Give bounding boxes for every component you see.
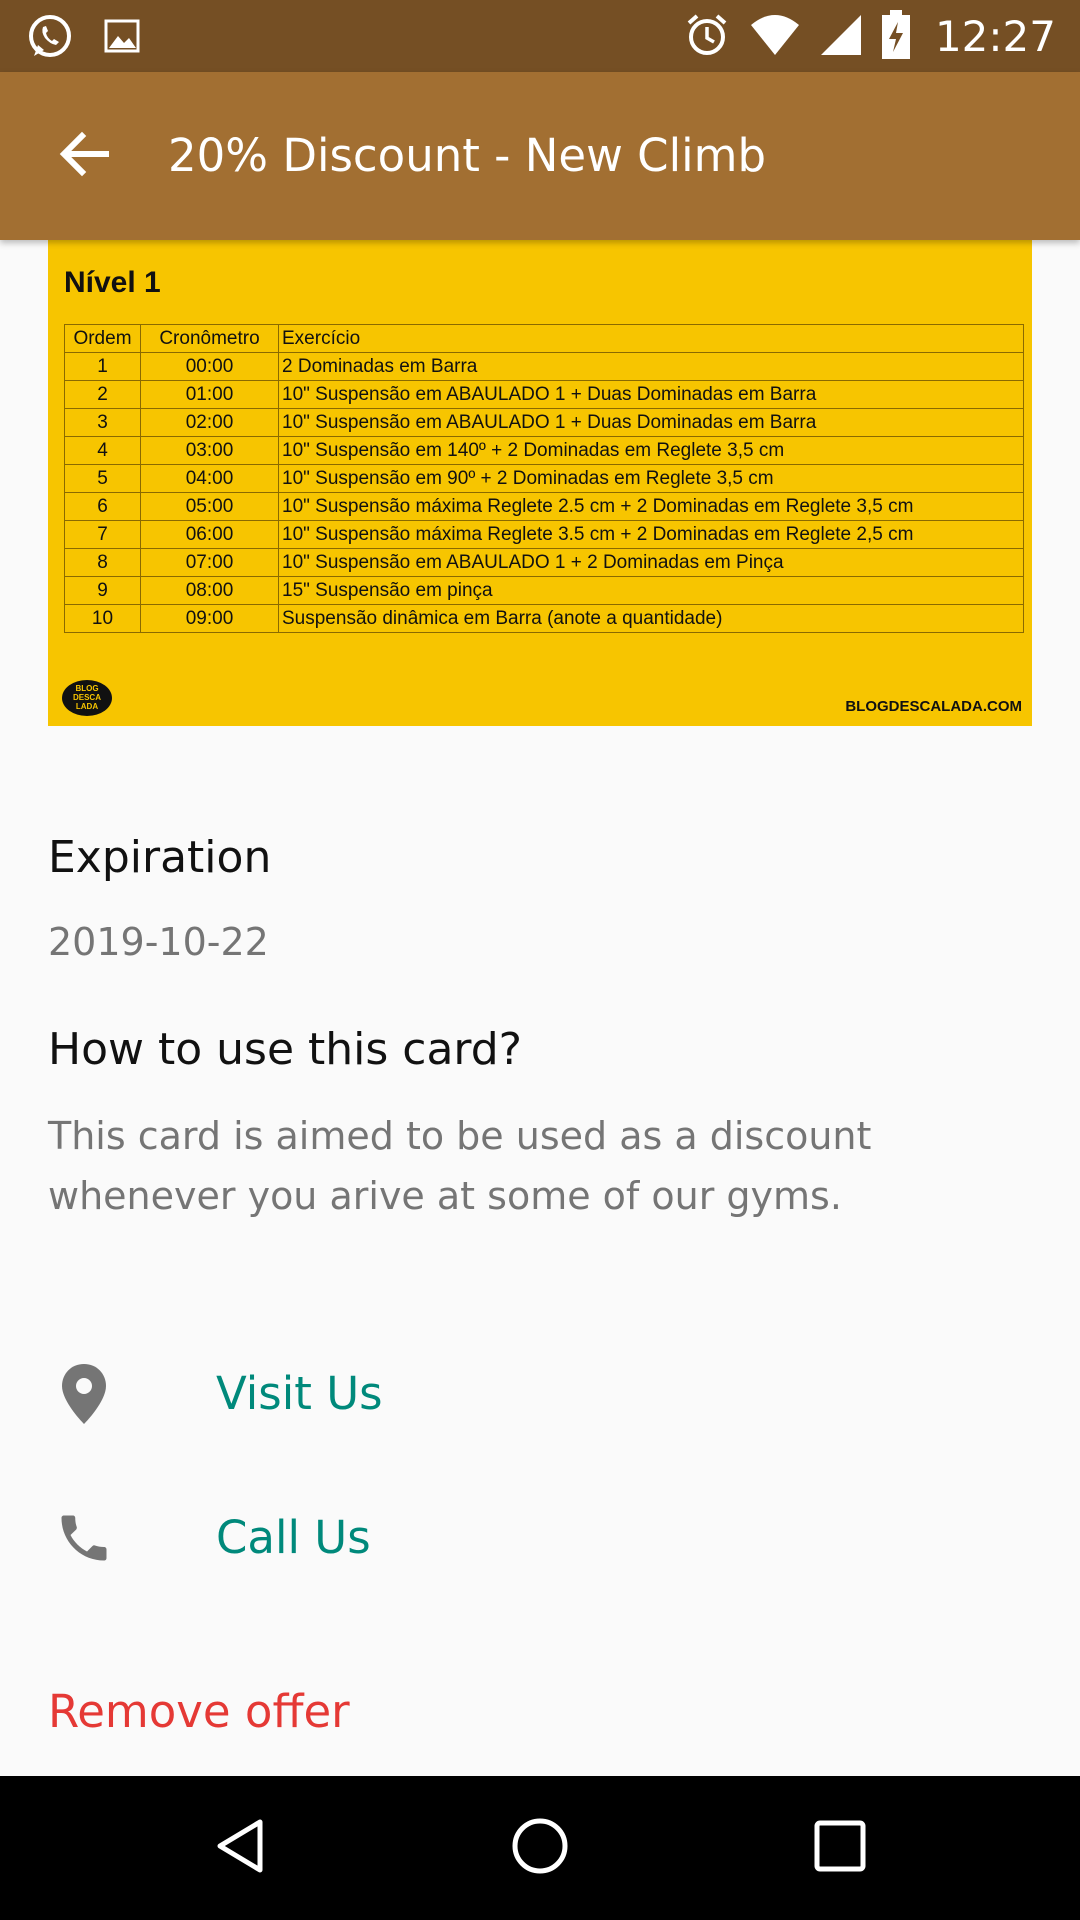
offer-image: Nível 1 Ordem Cronômetro Exercício 1 00:…	[48, 240, 1032, 726]
cell-order: 6	[64, 492, 141, 521]
cell-exercise: 10" Suspensão em ABAULADO 1 + 2 Dominada…	[278, 548, 1024, 577]
visit-us-button[interactable]: Visit Us	[0, 1328, 1080, 1458]
table-row: 5 04:00 10" Suspensão em 90º + 2 Dominad…	[64, 464, 1024, 493]
table-row: 7 06:00 10" Suspensão máxima Reglete 3.5…	[64, 520, 1024, 549]
nav-recents-button[interactable]	[800, 1808, 880, 1888]
recents-square-icon	[813, 1819, 867, 1877]
cell-time: 05:00	[140, 492, 279, 521]
home-circle-icon	[510, 1816, 570, 1880]
cell-time: 01:00	[140, 380, 279, 409]
cell-time: 09:00	[140, 604, 279, 633]
alarm-icon	[683, 11, 731, 63]
cell-order: 8	[64, 548, 141, 577]
nav-home-button[interactable]	[500, 1808, 580, 1888]
cell-time: 08:00	[140, 576, 279, 605]
cell-exercise: 10" Suspensão máxima Reglete 2.5 cm + 2 …	[278, 492, 1024, 521]
table-row: 1 00:00 2 Dominadas em Barra	[64, 352, 1024, 381]
table-row: 8 07:00 10" Suspensão em ABAULADO 1 + 2 …	[64, 548, 1024, 577]
cell-exercise: 10" Suspensão em 90º + 2 Dominadas em Re…	[278, 464, 1024, 493]
cell-time: 06:00	[140, 520, 279, 549]
expiration-label: Expiration	[48, 832, 272, 883]
visit-us-label: Visit Us	[216, 1367, 383, 1420]
image-icon	[102, 16, 142, 60]
cell-exercise: 2 Dominadas em Barra	[278, 352, 1024, 381]
location-pin-icon	[48, 1358, 120, 1430]
column-header: Exercício	[278, 324, 1024, 353]
status-bar: 12:27	[0, 0, 1080, 72]
remove-offer-button[interactable]: Remove offer	[48, 1684, 350, 1740]
image-title: Nível 1	[64, 266, 161, 299]
cell-exercise: 10" Suspensão máxima Reglete 3.5 cm + 2 …	[278, 520, 1024, 549]
table-row: 10 09:00 Suspensão dinâmica em Barra (an…	[64, 604, 1024, 633]
cell-time: 02:00	[140, 408, 279, 437]
battery-charging-icon	[881, 10, 911, 64]
nav-back-button[interactable]	[200, 1808, 280, 1888]
column-header: Ordem	[64, 324, 141, 353]
table-row: 3 02:00 10" Suspensão em ABAULADO 1 + Du…	[64, 408, 1024, 437]
blog-logo: BLOG DESCA LADA	[62, 680, 112, 716]
cell-order: 10	[64, 604, 141, 633]
table-header-row: Ordem Cronômetro Exercício	[64, 324, 1024, 353]
expiration-value: 2019-10-22	[48, 920, 269, 964]
table-row: 4 03:00 10" Suspensão em 140º + 2 Domina…	[64, 436, 1024, 465]
cell-order: 7	[64, 520, 141, 549]
table-row: 2 01:00 10" Suspensão em ABAULADO 1 + Du…	[64, 380, 1024, 409]
navigation-bar	[0, 1776, 1080, 1920]
back-button[interactable]	[40, 116, 128, 196]
phone-icon	[48, 1502, 120, 1574]
cell-order: 1	[64, 352, 141, 381]
call-us-button[interactable]: Call Us	[0, 1472, 1080, 1602]
cell-exercise: 10" Suspensão em ABAULADO 1 + Duas Domin…	[278, 408, 1024, 437]
table-row: 6 05:00 10" Suspensão máxima Reglete 2.5…	[64, 492, 1024, 521]
arrow-back-icon	[58, 128, 110, 184]
clock-time: 12:27	[934, 12, 1056, 61]
cell-time: 07:00	[140, 548, 279, 577]
cell-order: 5	[64, 464, 141, 493]
cell-order: 3	[64, 408, 141, 437]
cell-exercise: Suspensão dinâmica em Barra (anote a qua…	[278, 604, 1024, 633]
column-header: Cronômetro	[140, 324, 279, 353]
cell-exercise: 15" Suspensão em pinça	[278, 576, 1024, 605]
app-bar: 20% Discount - New Climb	[0, 72, 1080, 240]
cell-time: 04:00	[140, 464, 279, 493]
signal-icon	[819, 13, 863, 61]
table-row: 9 08:00 15" Suspensão em pinça	[64, 576, 1024, 605]
page-title: 20% Discount - New Climb	[168, 129, 767, 182]
back-triangle-icon	[212, 1816, 268, 1880]
cell-time: 00:00	[140, 352, 279, 381]
cell-order: 4	[64, 436, 141, 465]
cell-exercise: 10" Suspensão em ABAULADO 1 + Duas Domin…	[278, 380, 1024, 409]
site-url: BLOGDESCALADA.COM	[845, 698, 1022, 715]
how-to-label: How to use this card?	[48, 1024, 523, 1075]
cell-exercise: 10" Suspensão em 140º + 2 Dominadas em R…	[278, 436, 1024, 465]
call-us-label: Call Us	[216, 1511, 371, 1564]
how-to-description: This card is aimed to be used as a disco…	[48, 1114, 872, 1218]
cell-order: 2	[64, 380, 141, 409]
wifi-icon	[749, 13, 801, 61]
whatsapp-icon	[26, 12, 74, 64]
cell-time: 03:00	[140, 436, 279, 465]
workout-table: Ordem Cronômetro Exercício 1 00:00 2 Dom…	[64, 324, 1024, 633]
cell-order: 9	[64, 576, 141, 605]
